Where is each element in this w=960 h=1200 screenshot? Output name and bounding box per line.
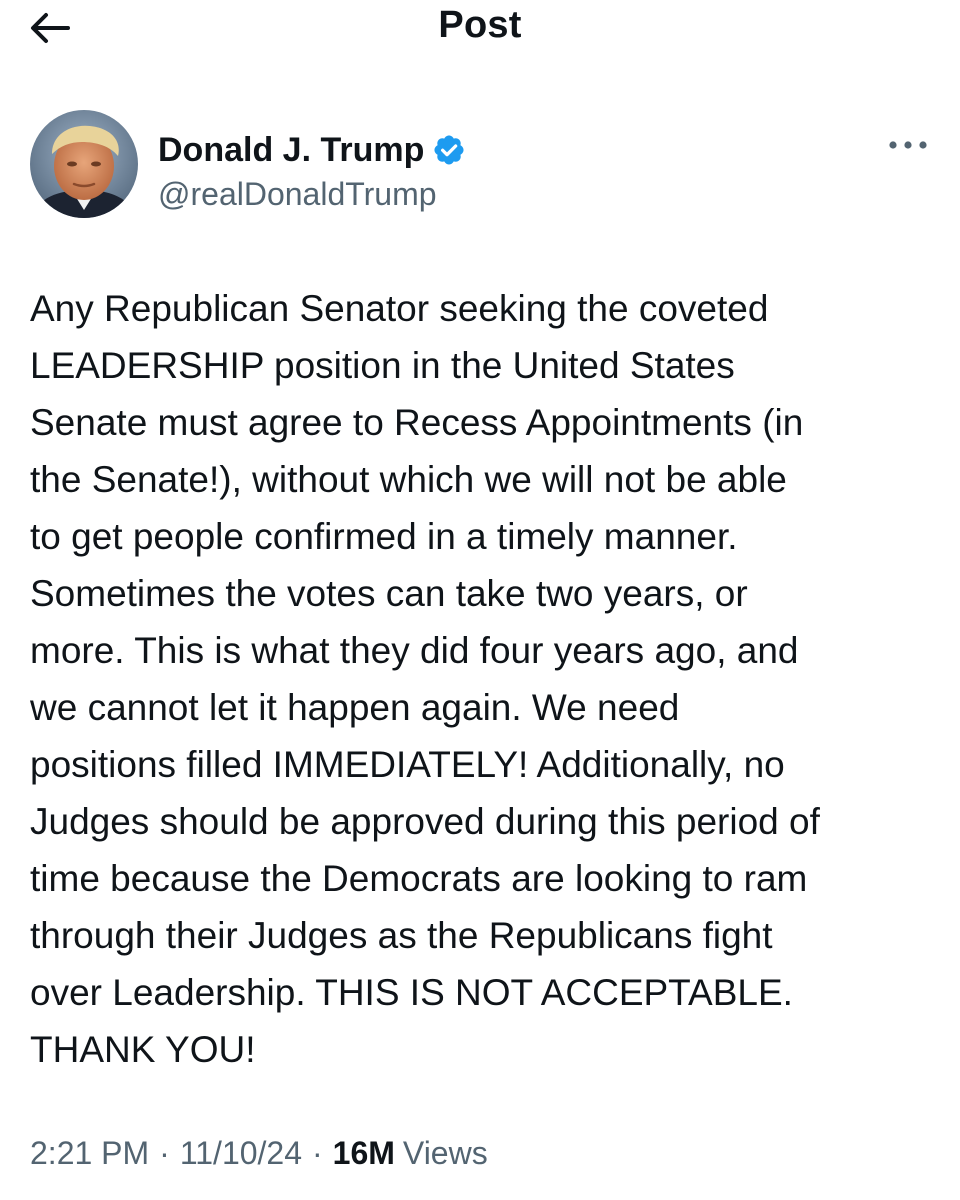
post-meta: 2:21 PM · 11/10/24 · 16M Views [30, 1135, 488, 1172]
post-author: Donald J. Trump @realDonaldTrump [30, 110, 930, 220]
avatar[interactable] [30, 110, 138, 218]
meta-separator: · [312, 1135, 323, 1171]
author-name-row: Donald J. Trump [158, 128, 466, 172]
author-name[interactable]: Donald J. Trump [158, 131, 424, 170]
verified-badge-icon[interactable] [432, 133, 466, 167]
views-count[interactable]: 16M [333, 1135, 395, 1172]
views-label[interactable]: Views [403, 1135, 488, 1172]
avatar-image [30, 110, 138, 218]
meta-separator: · [159, 1135, 170, 1171]
post-time[interactable]: 2:21 PM [30, 1135, 149, 1172]
more-options-button[interactable] [886, 130, 930, 160]
post-text: Any Republican Senator seeking the covet… [30, 288, 820, 1070]
post-date[interactable]: 11/10/24 [180, 1135, 302, 1172]
author-handle[interactable]: @realDonaldTrump [158, 176, 437, 213]
top-bar: Post [0, 0, 960, 60]
page-title: Post [438, 4, 522, 46]
more-horizontal-icon [889, 141, 927, 149]
